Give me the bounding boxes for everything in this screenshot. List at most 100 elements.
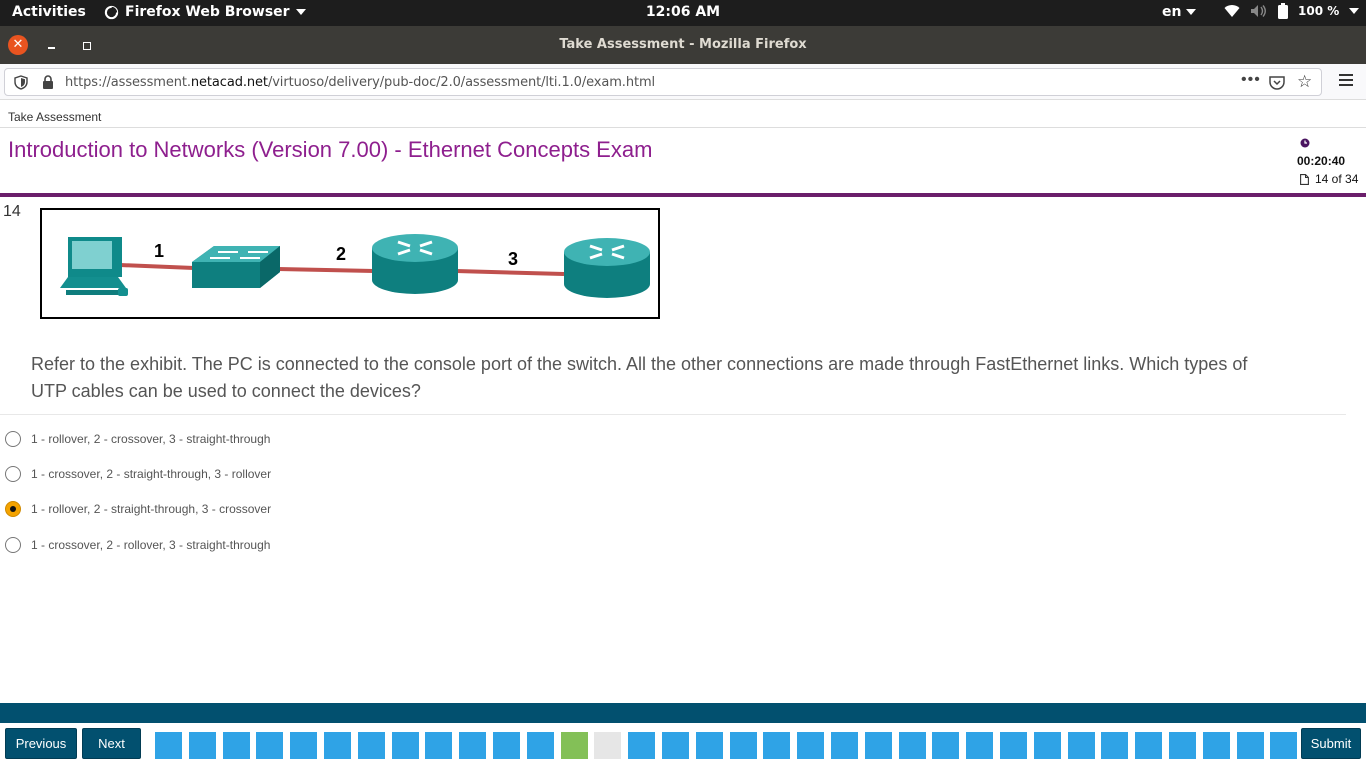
exhibit-label-2: 2 [336,244,347,264]
submit-button[interactable]: Submit [1301,728,1361,759]
question-progress: 14 of 34 [1300,172,1358,186]
url-text[interactable]: https://assessment.netacad.net/virtuoso/… [65,75,655,90]
question-nav-square-12[interactable] [527,732,554,759]
answer-option[interactable]: 1 - rollover, 2 - straight-through, 3 - … [5,499,271,519]
question-nav-square-22[interactable] [865,732,892,759]
lock-icon[interactable] [42,75,54,90]
answer-label: 1 - rollover, 2 - crossover, 3 - straigh… [31,432,271,446]
clock[interactable]: 12:06 AM [646,4,720,20]
volume-muted-icon [1251,5,1266,17]
exhibit-label-1: 1 [154,241,165,261]
exhibit-label-3: 3 [508,249,519,269]
question-nav-square-29[interactable] [1101,732,1128,759]
question-nav-square-24[interactable] [932,732,959,759]
answer-radio-selected[interactable] [5,501,21,517]
question-nav-square-1[interactable] [155,732,182,759]
url-domain: netacad.net [190,75,268,90]
question-nav-square-32[interactable] [1203,732,1230,759]
question-nav-square-8[interactable] [392,732,419,759]
url-prefix: https://assessment. [65,75,191,90]
question-nav-square-20[interactable] [797,732,824,759]
battery-percentage: 100 % [1298,4,1340,18]
browser-toolbar: https://assessment.netacad.net/virtuoso/… [0,64,1366,100]
answer-radio[interactable] [5,466,21,482]
time-remaining: 00:20:40 [1297,154,1346,168]
question-nav-square-26[interactable] [1000,732,1027,759]
tracking-shield-icon[interactable] [14,75,28,90]
divider [0,127,1366,128]
question-nav-square-10[interactable] [459,732,486,759]
answer-radio[interactable] [5,537,21,553]
question-nav-square-31[interactable] [1169,732,1196,759]
url-path: /virtuoso/delivery/pub-doc/2.0/assessmen… [267,75,656,90]
router-icon [372,234,458,294]
answer-option[interactable]: 1 - crossover, 2 - straight-through, 3 -… [5,464,271,484]
question-nav-square-13[interactable] [561,732,588,759]
question-nav-square-34[interactable] [1270,732,1297,759]
language-label: en [1162,4,1182,20]
question-text: Refer to the exhibit. The PC is connecte… [31,354,1248,401]
next-button[interactable]: Next [82,728,141,759]
battery-icon [1278,3,1288,19]
question-number: 14 [3,203,21,220]
question-nav-square-27[interactable] [1034,732,1061,759]
switch-icon [192,246,280,288]
chevron-down-icon [1186,9,1197,15]
app-menu-label: Firefox Web Browser [125,4,290,20]
question-nav-square-5[interactable] [290,732,317,759]
clock-icon [1300,138,1310,148]
system-status-menu[interactable]: 100 % [1224,3,1360,19]
wifi-icon [1224,5,1240,18]
question-nav-square-7[interactable] [358,732,385,759]
title-accent-bar [0,193,1366,197]
question-nav-square-17[interactable] [696,732,723,759]
previous-button[interactable]: Previous [5,728,77,759]
system-top-bar: Activities Firefox Web Browser 12:06 AM … [0,0,1366,26]
question-nav-square-4[interactable] [256,732,283,759]
pocket-icon[interactable] [1269,75,1285,90]
question-nav-square-9[interactable] [425,732,452,759]
question-nav-square-15[interactable] [628,732,655,759]
answer-label: 1 - crossover, 2 - rollover, 3 - straigh… [31,538,271,552]
document-icon [1300,173,1309,185]
firefox-icon [104,5,119,19]
network-topology-diagram [60,234,650,298]
question-nav-square-14[interactable] [594,732,621,759]
window-title: Take Assessment - Mozilla Firefox [559,37,807,52]
menu-icon[interactable] [1339,74,1353,86]
chevron-down-icon [1349,8,1360,14]
question-nav-square-28[interactable] [1068,732,1095,759]
footer-bar [0,703,1366,723]
bookmark-star-icon[interactable]: ☆ [1297,72,1312,92]
pc-icon [60,237,128,296]
activities-button[interactable]: Activities [12,4,86,20]
answer-label: 1 - crossover, 2 - straight-through, 3 -… [31,467,272,481]
address-bar[interactable]: https://assessment.netacad.net/virtuoso/… [4,68,1322,96]
breadcrumb: Take Assessment [8,110,102,124]
window-title-bar: ✕ Take Assessment - Mozilla Firefox [0,26,1366,64]
cable-2 [277,267,375,273]
answer-option[interactable]: 1 - rollover, 2 - crossover, 3 - straigh… [5,429,270,449]
exhibit-image: 1 2 3 [40,208,660,319]
progress-text: 14 of 34 [1315,172,1359,186]
answer-radio[interactable] [5,431,21,447]
language-menu[interactable]: en [1162,4,1197,20]
question-nav-square-30[interactable] [1135,732,1162,759]
question-nav-square-2[interactable] [189,732,216,759]
app-menu[interactable]: Firefox Web Browser [104,4,306,20]
question-nav-square-23[interactable] [899,732,926,759]
question-nav-square-6[interactable] [324,732,351,759]
question-nav-square-33[interactable] [1237,732,1264,759]
question-nav-square-25[interactable] [966,732,993,759]
question-nav-square-19[interactable] [763,732,790,759]
page-actions-icon[interactable]: ••• [1241,71,1261,89]
question-nav-square-18[interactable] [730,732,757,759]
router-icon [564,238,650,298]
cable-3 [455,269,565,276]
answer-label: 1 - rollover, 2 - straight-through, 3 - … [31,502,272,516]
answer-option[interactable]: 1 - crossover, 2 - rollover, 3 - straigh… [5,535,270,555]
question-nav-square-16[interactable] [662,732,689,759]
question-nav-square-3[interactable] [223,732,250,759]
question-nav-square-11[interactable] [493,732,520,759]
question-nav-square-21[interactable] [831,732,858,759]
